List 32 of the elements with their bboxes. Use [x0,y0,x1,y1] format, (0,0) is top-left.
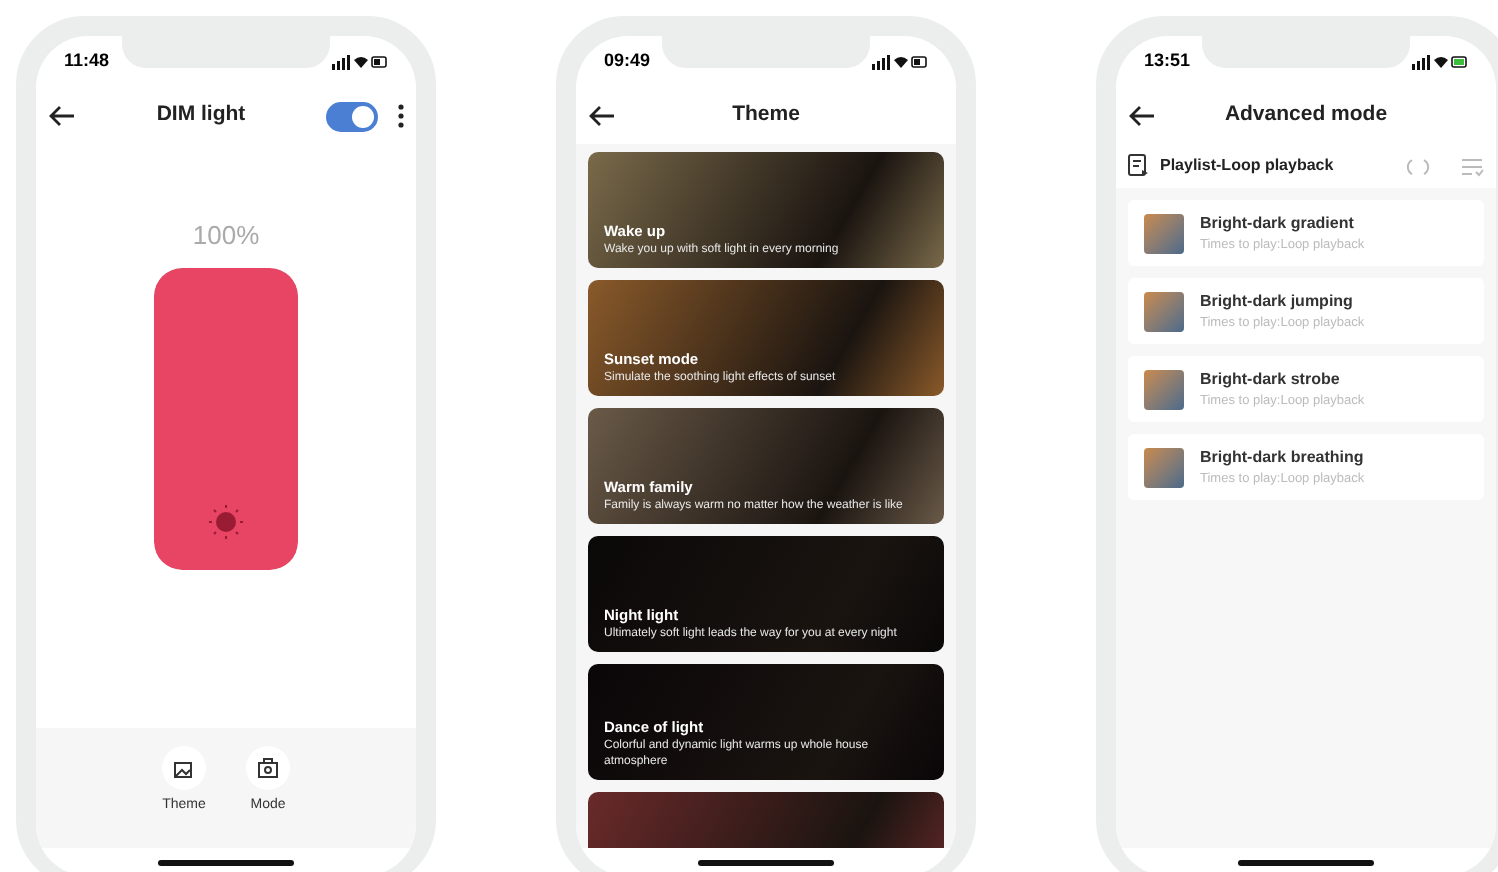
box-icon [258,758,278,778]
status-time: 13:51 [1144,48,1191,75]
screen-title: DIM light [154,100,248,131]
status-icons [872,54,928,70]
brightness-slider[interactable] [154,267,298,569]
brightness-percent: 100% [192,218,260,254]
status-time: 09:49 [604,48,651,75]
home-indicator [158,859,294,865]
image-icon [174,759,194,777]
more-menu-icon[interactable] [398,104,404,128]
photo-placeholder [1144,291,1184,331]
photo-placeholder [1144,369,1184,409]
back-arrow-icon[interactable] [48,104,76,128]
status-icons [332,54,388,70]
status-time: 11:48 [64,48,110,75]
status-icons [1412,54,1468,70]
power-toggle[interactable] [326,101,378,131]
playlist-label: Playlist-Loop playback [1160,154,1336,178]
photo-placeholder [1144,447,1184,487]
photo-placeholder [1144,213,1184,253]
sun-icon [208,503,244,539]
back-arrow-icon[interactable] [588,104,616,128]
back-arrow-icon[interactable] [1128,104,1156,128]
home-indicator [698,859,834,865]
screen-title: Theme [730,100,802,131]
playlist-icon [1128,154,1150,178]
item-title: Bright-dark strobe [1200,367,1342,392]
item-title: Bright-dark jumping [1200,289,1355,314]
item-title: Bright-dark gradient [1200,211,1356,236]
item-title: Bright-dark breathing [1200,445,1365,470]
screen-title: Advanced mode [1222,100,1390,131]
home-indicator [1238,859,1374,865]
